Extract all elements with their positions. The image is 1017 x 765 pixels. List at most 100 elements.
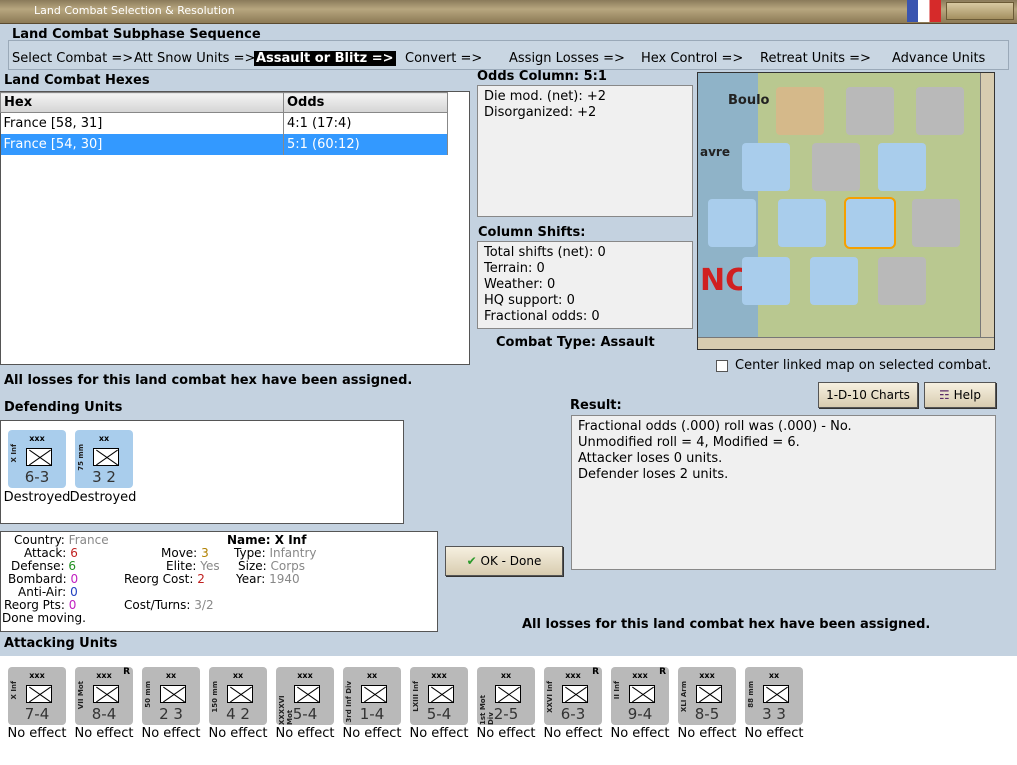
- attacker-counter[interactable]: xxx XLI Arm 8-5: [678, 667, 736, 725]
- defender-counter[interactable]: xx 75 mm 3 2: [75, 430, 133, 488]
- step-att-snow[interactable]: Att Snow Units =>: [134, 51, 255, 66]
- attacker-status: No effect: [342, 726, 402, 741]
- sequence-bar: Select Combat => Att Snow Units => Assau…: [8, 40, 1009, 70]
- unit-reserve-flag: R: [123, 667, 130, 677]
- reorg-cost-row: Reorg Cost: 2: [124, 572, 205, 586]
- attacker-counter[interactable]: xxx XXXXVI Mot 5-4: [276, 667, 334, 725]
- attacker-status: No effect: [7, 726, 67, 741]
- move-row: Move: 3: [161, 546, 209, 560]
- attacker-counter[interactable]: xxx XXVI Inf R 6-3: [544, 667, 602, 725]
- size-row: Size: Corps: [238, 559, 306, 573]
- attacker-status: No effect: [74, 726, 134, 741]
- unit-size: xxx: [29, 671, 45, 680]
- col-odds[interactable]: Odds: [283, 92, 448, 113]
- unit-type-icon: [26, 685, 52, 703]
- cost-turns-row: Cost/Turns: 3/2: [124, 598, 214, 612]
- defender-counter[interactable]: xxx X Inf 6-3: [8, 430, 66, 488]
- map-counter[interactable]: [742, 257, 790, 305]
- unit-reserve-flag: R: [592, 667, 599, 677]
- map-counter[interactable]: [708, 199, 756, 247]
- table-row-selected[interactable]: France [54, 30] 5:1 (60:12): [0, 133, 448, 155]
- unit-size: xxx: [29, 434, 45, 443]
- attacker-counter[interactable]: xx 1st Mot Div 2-5: [477, 667, 535, 725]
- map-hscrollbar[interactable]: [698, 337, 994, 349]
- odds-cell: 5:1 (60:12): [283, 133, 448, 155]
- unit-size: xxx: [297, 671, 313, 680]
- infantry-icon: [26, 448, 52, 466]
- unit-size: xx: [366, 671, 378, 680]
- hexes-heading: Land Combat Hexes: [4, 73, 150, 88]
- attacker-counter[interactable]: xxx LXIII Inf 5-4: [410, 667, 468, 725]
- attacker-counter[interactable]: xxx II Inf R 9-4: [611, 667, 669, 725]
- attacker-status: No effect: [409, 726, 469, 741]
- map-counter[interactable]: [878, 143, 926, 191]
- elite-row: Elite: Yes: [166, 559, 220, 573]
- result-line: Fractional odds (.000) roll was (.000) -…: [578, 419, 852, 434]
- shift-line: Total shifts (net): 0: [484, 245, 606, 260]
- step-assign-losses[interactable]: Assign Losses =>: [509, 51, 625, 66]
- map-counter[interactable]: [916, 87, 964, 135]
- col-hex[interactable]: Hex: [0, 92, 284, 113]
- step-retreat[interactable]: Retreat Units =>: [760, 51, 871, 66]
- attacker-counter[interactable]: xxx X Inf 7-4: [8, 667, 66, 725]
- attacker-status: No effect: [476, 726, 536, 741]
- center-map-label: Center linked map on selected combat.: [735, 358, 992, 373]
- attacker-counter[interactable]: xxx VII Mot R 8-4: [75, 667, 133, 725]
- step-advance[interactable]: Advance Units: [892, 51, 985, 66]
- unit-name: II Inf: [613, 681, 621, 700]
- attacker-counter[interactable]: xx 3rd Inf Div 1-4: [343, 667, 401, 725]
- unit-strength: 4 2: [226, 705, 250, 723]
- center-map-checkbox[interactable]: [716, 360, 728, 372]
- unit-size: xx: [232, 671, 244, 680]
- unit-name: X Inf: [10, 681, 18, 700]
- attacker-status: No effect: [141, 726, 201, 741]
- unit-name: 75 mm: [77, 444, 85, 471]
- table-row[interactable]: France [58, 31] 4:1 (17:4): [0, 112, 448, 134]
- odds-box: Die mod. (net): +2 Disorganized: +2: [477, 85, 693, 217]
- odds-line: Die mod. (net): +2: [484, 89, 607, 104]
- step-convert[interactable]: Convert =>: [405, 51, 482, 66]
- map-place: avre: [700, 145, 730, 159]
- unit-type-icon: [294, 685, 320, 703]
- unit-strength: 9-4: [627, 705, 653, 723]
- result-line: Unmodified roll = 4, Modified = 6.: [578, 435, 800, 450]
- attack-row: Attack: 6: [24, 546, 78, 560]
- unit-type-icon: [763, 685, 789, 703]
- attacker-counter[interactable]: xx 88 mm 3 3: [745, 667, 803, 725]
- unit-type-icon: [629, 685, 655, 703]
- charts-button[interactable]: 1-D-10 Charts: [818, 382, 918, 408]
- unit-size: xx: [768, 671, 780, 680]
- attacker-counter[interactable]: xx 150 mm 4 2: [209, 667, 267, 725]
- unit-name: 50 mm: [144, 681, 152, 708]
- name-row: Name: X Inf: [227, 533, 307, 547]
- step-select-combat[interactable]: Select Combat =>: [12, 51, 133, 66]
- unit-type-icon: [361, 685, 387, 703]
- result-box: Fractional odds (.000) roll was (.000) -…: [571, 415, 996, 570]
- shifts-box: Total shifts (net): 0 Terrain: 0 Weather…: [477, 241, 693, 329]
- selected-hex-counter[interactable]: [844, 197, 896, 249]
- map-counter[interactable]: [846, 87, 894, 135]
- window-title: Land Combat Selection & Resolution: [34, 4, 235, 17]
- hexes-table: Hex Odds France [58, 31] 4:1 (17:4) Fran…: [0, 92, 448, 155]
- map-counter[interactable]: [878, 257, 926, 305]
- unit-type-icon: [93, 685, 119, 703]
- map-counter[interactable]: [742, 143, 790, 191]
- ok-done-button[interactable]: ✔ OK - Done: [445, 546, 563, 576]
- shift-line: Weather: 0: [484, 277, 556, 292]
- artillery-icon: [93, 448, 119, 466]
- window-controls[interactable]: [946, 2, 1014, 20]
- step-assault-blitz[interactable]: Assault or Blitz =>: [254, 51, 396, 66]
- antiair-row: Anti-Air: 0: [18, 585, 78, 599]
- map-counter[interactable]: [912, 199, 960, 247]
- unit-name: X Inf: [10, 444, 18, 463]
- help-button[interactable]: ☶ Help: [924, 382, 996, 408]
- map-counter[interactable]: [812, 143, 860, 191]
- map-counter[interactable]: [776, 87, 824, 135]
- step-hex-control[interactable]: Hex Control =>: [641, 51, 743, 66]
- map-vscrollbar[interactable]: [980, 73, 994, 337]
- map-counter[interactable]: [778, 199, 826, 247]
- attacker-counter[interactable]: xx 50 mm 2 3: [142, 667, 200, 725]
- mini-map[interactable]: Boulo avre NC: [697, 72, 995, 350]
- map-counter[interactable]: [810, 257, 858, 305]
- map-place: NC: [700, 263, 748, 298]
